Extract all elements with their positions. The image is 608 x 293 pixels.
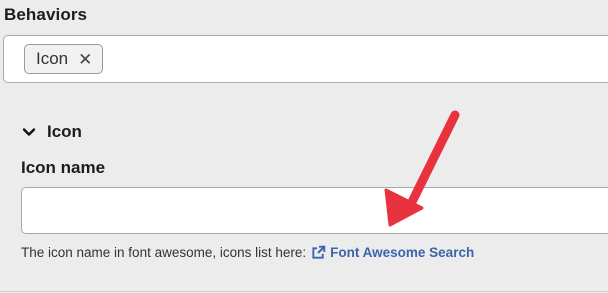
bottom-divider	[0, 291, 608, 292]
font-awesome-search-link[interactable]: Font Awesome Search	[311, 245, 474, 260]
external-link-icon	[312, 245, 326, 259]
tag-remove-icon[interactable]: ✕	[78, 51, 92, 68]
help-text: The icon name in font awesome, icons lis…	[21, 245, 307, 260]
behaviors-select[interactable]: Icon ✕	[3, 35, 608, 83]
icon-section-title: Icon	[47, 122, 82, 141]
icon-name-input[interactable]	[21, 187, 608, 234]
behavior-tag-icon[interactable]: Icon ✕	[24, 44, 104, 74]
behaviors-label: Behaviors	[4, 5, 88, 24]
chevron-down-icon	[22, 128, 36, 136]
behavior-tag-label: Icon	[36, 49, 69, 68]
font-awesome-search-label: Font Awesome Search	[330, 245, 475, 260]
icon-section-header[interactable]: Icon	[22, 122, 82, 142]
icon-name-label: Icon name	[21, 158, 106, 177]
icon-name-help: The icon name in font awesome, icons lis…	[21, 245, 474, 260]
